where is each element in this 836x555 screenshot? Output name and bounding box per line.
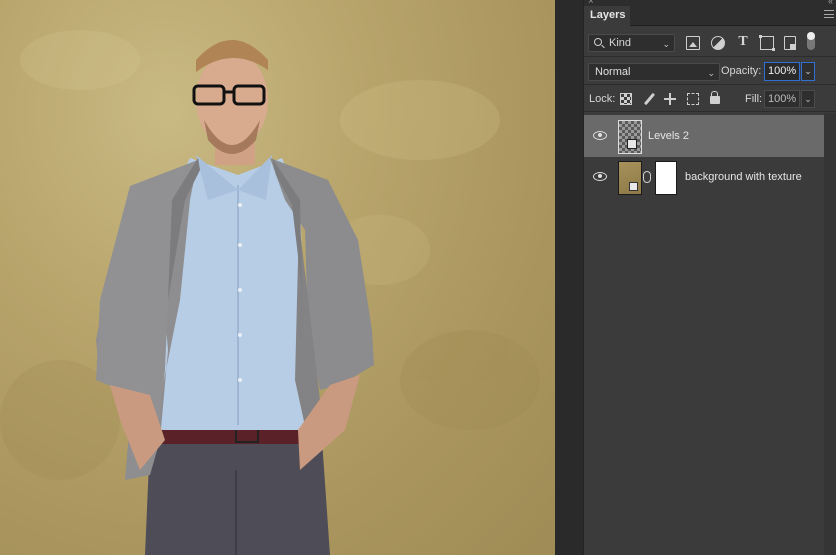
lock-label: Lock: [589, 93, 616, 105]
link-chain-icon[interactable] [643, 171, 651, 183]
layer-row-levels-2[interactable]: Levels 2 [584, 115, 825, 157]
panel-menu-icon[interactable] [824, 10, 834, 18]
blend-mode-select[interactable]: Normal ⌄ [588, 63, 720, 81]
layers-panel: × « Layers Kind ⌄ T Normal ⌄ Opacity: 10… [583, 0, 836, 555]
opacity-label: Opacity: [721, 65, 762, 77]
image-filter-icon[interactable] [686, 36, 700, 50]
filter-row: Kind ⌄ T [584, 27, 836, 57]
lock-pixels-icon[interactable] [620, 93, 632, 105]
fill-label: Fill: [745, 93, 763, 105]
layer-row-background[interactable]: background with texture [584, 156, 836, 198]
smart-object-thumbnail[interactable] [618, 161, 642, 195]
chevron-down-icon: ⌄ [707, 68, 715, 78]
tab-layers[interactable]: Layers [584, 6, 630, 26]
fill-input[interactable]: 100% [764, 90, 800, 108]
layer-name[interactable]: Levels 2 [648, 130, 689, 142]
document-canvas[interactable] [0, 0, 555, 555]
shape-filter-icon[interactable] [759, 35, 775, 51]
lock-artboard-icon[interactable] [687, 93, 699, 105]
lock-all-icon[interactable] [710, 91, 720, 104]
search-icon [594, 38, 602, 46]
opacity-dropdown-button[interactable]: ⌄ [801, 62, 815, 81]
adjustment-filter-icon[interactable] [711, 36, 725, 50]
type-filter-icon[interactable]: T [736, 34, 750, 49]
layers-list: Levels 2 background with texture [584, 113, 836, 555]
panel-dock-gutter [555, 0, 583, 555]
blend-row: Normal ⌄ Opacity: 100% ⌄ [584, 58, 836, 85]
lock-row: Lock: Fill: 100% ⌄ [584, 86, 836, 112]
filter-kind-label: Kind [609, 37, 632, 49]
filter-toggle-icon[interactable] [807, 32, 815, 50]
panel-tabbar: Layers [584, 6, 836, 26]
fill-dropdown-button[interactable]: ⌄ [801, 90, 815, 108]
photoshop-window: × « Layers Kind ⌄ T Normal ⌄ Opacity: 10… [0, 0, 836, 555]
levels-adjustment-thumbnail[interactable] [618, 120, 642, 154]
filter-kind-select[interactable]: Kind ⌄ [588, 34, 675, 52]
chevron-down-icon: ⌄ [662, 39, 670, 49]
opacity-input[interactable]: 100% [764, 62, 800, 81]
lock-position-icon[interactable] [664, 93, 676, 105]
visibility-eye-icon[interactable] [593, 172, 607, 181]
blend-mode-value: Normal [595, 66, 631, 78]
histogram-icon [627, 139, 637, 149]
portrait-image [0, 30, 540, 555]
smart-object-badge-icon [629, 182, 638, 191]
layer-name[interactable]: background with texture [685, 171, 802, 183]
lock-image-pixels-icon[interactable] [643, 93, 655, 105]
layer-mask-thumbnail[interactable] [655, 161, 677, 195]
layers-scrollbar[interactable] [824, 113, 836, 555]
smart-object-filter-icon[interactable] [784, 36, 796, 50]
visibility-eye-icon[interactable] [593, 131, 607, 140]
